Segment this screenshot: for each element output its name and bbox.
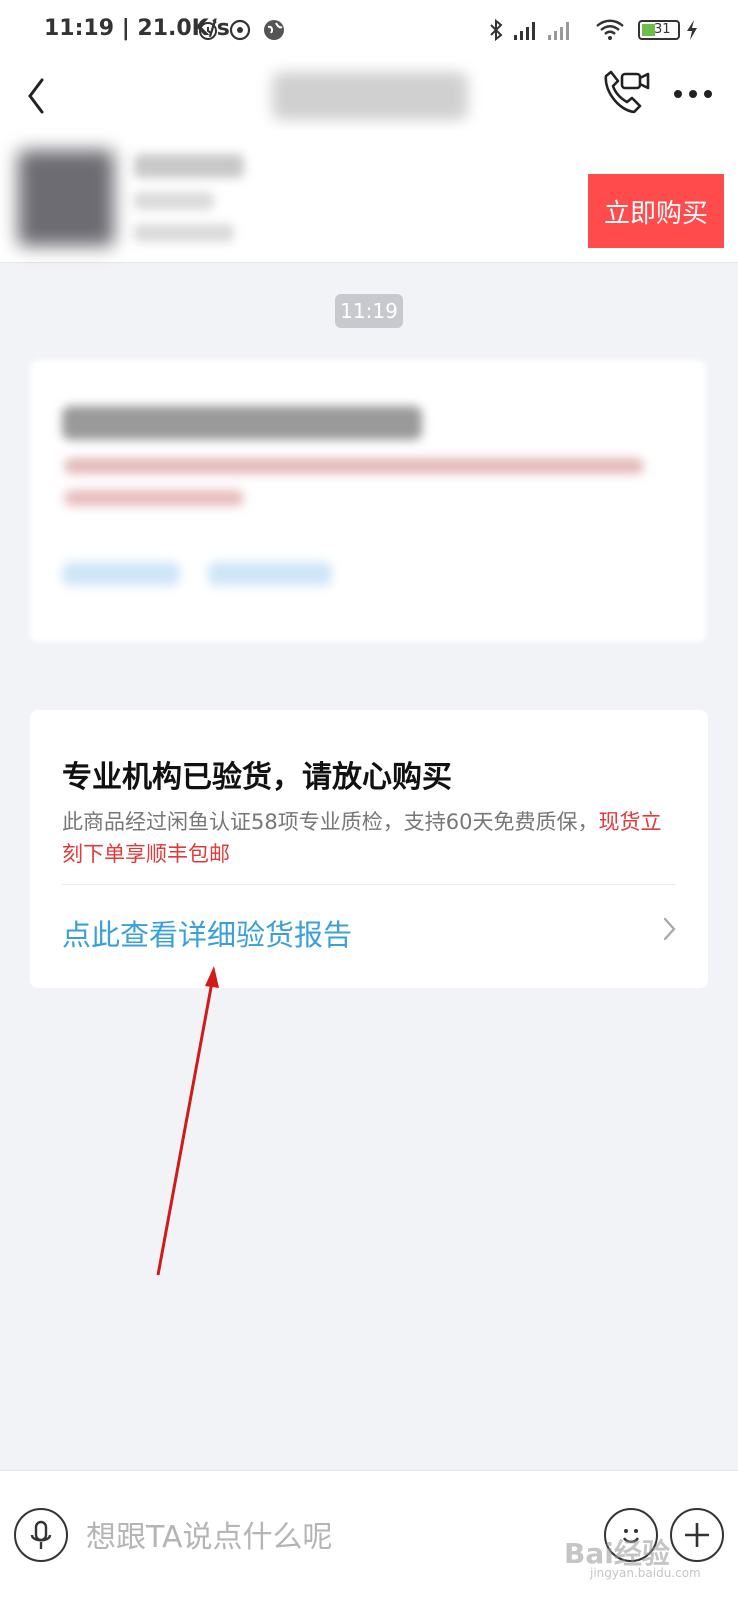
microphone-icon xyxy=(30,1520,52,1549)
more-icon[interactable] xyxy=(672,88,714,100)
more-actions-button[interactable] xyxy=(670,1508,724,1562)
inspection-description: 此商品经过闲鱼认证58项专业质检，支持60天免费质保，现货立刻下单享顺丰包邮 xyxy=(62,806,672,870)
signal-icon xyxy=(548,22,569,40)
product-meta-blurred xyxy=(134,192,214,210)
inspection-description-gray: 此商品经过闲鱼认证58项专业质检，支持60天免费质保， xyxy=(62,810,599,834)
alarm-icon xyxy=(199,19,217,40)
sync-icon xyxy=(229,19,251,41)
globe-icon xyxy=(264,20,284,40)
voice-button[interactable] xyxy=(14,1508,68,1562)
blurred-card-line xyxy=(64,490,244,506)
inspection-title: 专业机构已验货，请放心购买 xyxy=(62,760,452,795)
blurred-card-tag xyxy=(208,562,332,586)
battery-level: 31 xyxy=(654,22,671,37)
signal-icon xyxy=(514,22,535,40)
battery-icon: 31 xyxy=(638,20,680,40)
view-report-link[interactable]: 点此查看详细验货报告 xyxy=(62,912,352,954)
chat-title-blurred xyxy=(272,72,468,120)
charging-icon xyxy=(687,20,697,40)
plus-icon xyxy=(685,1523,709,1547)
wifi-icon xyxy=(596,19,624,40)
phone-video-icon[interactable] xyxy=(600,68,652,118)
product-price-blurred xyxy=(134,224,234,242)
bluetooth-icon xyxy=(490,18,503,42)
message-input[interactable] xyxy=(84,1514,568,1560)
back-chevron-icon[interactable] xyxy=(24,76,48,116)
divider xyxy=(62,884,676,885)
chevron-right-icon[interactable] xyxy=(660,914,680,944)
blurred-card-tag xyxy=(62,562,180,586)
buy-now-button[interactable]: 立即购买 xyxy=(588,174,724,248)
blurred-card-title xyxy=(62,406,422,440)
chat-timestamp: 11:19 xyxy=(335,294,403,328)
watermark-url: jingyan.baidu.com xyxy=(590,1566,701,1580)
product-thumbnail-blurred[interactable] xyxy=(18,150,114,246)
blurred-card-line xyxy=(64,458,644,474)
product-title-blurred xyxy=(134,154,244,178)
